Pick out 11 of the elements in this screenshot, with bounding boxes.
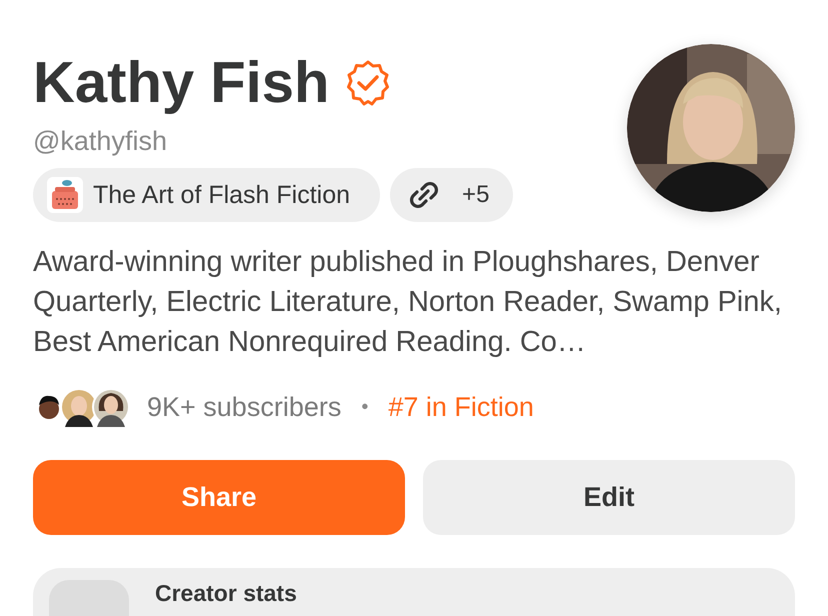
publication-chip[interactable]: The Art of Flash Fiction bbox=[33, 168, 380, 222]
card-title: Creator stats bbox=[155, 580, 297, 608]
edit-button[interactable]: Edit bbox=[423, 460, 795, 535]
typewriter-icon bbox=[47, 177, 83, 213]
links-chip[interactable]: +5 bbox=[390, 168, 514, 222]
bio-text: Award-winning writer published in Ploughshares, Denver Quarterly, Electric Literature, Norton Reader, Swamp Pink, Best American Nonrequired Reading. Co… bbox=[33, 245, 783, 360]
profile-handle: @kathyfish bbox=[33, 126, 168, 157]
separator-dot: • bbox=[361, 396, 368, 418]
subscriber-count: 9K+ subscribers bbox=[147, 392, 342, 422]
creator-stats-card[interactable]: Creator stats bbox=[33, 568, 795, 616]
profile-name: Kathy Fish bbox=[33, 54, 330, 112]
